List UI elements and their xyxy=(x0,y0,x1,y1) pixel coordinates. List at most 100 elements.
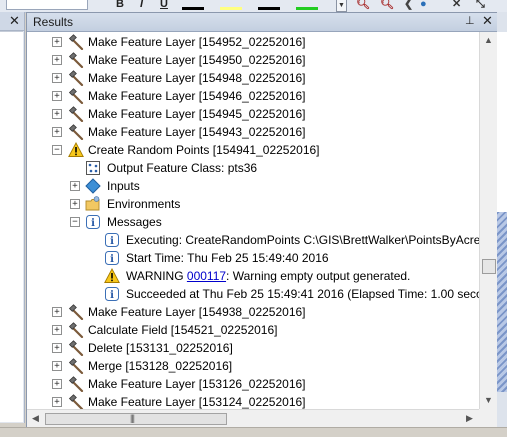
tree-row[interactable]: + Make Feature Layer [154938_02252016] xyxy=(27,303,479,321)
tree-row-label: Output Feature Class: pts36 xyxy=(107,161,258,175)
scroll-right-arrow[interactable]: ▶ xyxy=(461,410,478,427)
tree-row-label: Create Random Points [154941_02252016] xyxy=(88,143,320,157)
tree-row[interactable]: − i Messages xyxy=(27,213,479,231)
tree-row[interactable]: + Make Feature Layer [154945_02252016] xyxy=(27,105,479,123)
tree-row[interactable]: i Succeeded at Thu Feb 25 15:49:41 2016 (… xyxy=(27,285,479,303)
underline-button[interactable]: U xyxy=(160,0,168,10)
right-docked-strip xyxy=(497,12,507,427)
bold-button[interactable]: B xyxy=(116,0,124,10)
hammer-icon xyxy=(68,88,84,105)
tree-row-label: Delete [153131_02252016] xyxy=(88,341,233,355)
expand-icon[interactable]: + xyxy=(70,199,80,209)
tree-row[interactable]: Output Feature Class: pts36 xyxy=(27,159,479,177)
line-color-button[interactable] xyxy=(258,7,280,10)
svg-text:i: i xyxy=(91,218,95,229)
collapse-icon[interactable]: − xyxy=(70,217,80,227)
tree-row-label: Make Feature Layer [154943_02252016] xyxy=(88,125,306,139)
hammer-icon xyxy=(68,322,84,339)
hammer-icon xyxy=(68,124,84,141)
tree-row-label: Calculate Field [154521_02252016] xyxy=(88,323,278,337)
tree-row[interactable]: + Make Feature Layer [154948_02252016] xyxy=(27,69,479,87)
expand-icon[interactable]: + xyxy=(52,73,62,83)
hammer-icon xyxy=(68,52,84,69)
tree-row-label: Make Feature Layer [154945_02252016] xyxy=(88,107,306,121)
tree-row-label: Make Feature Layer [153126_02252016] xyxy=(88,377,306,391)
expand-icon[interactable]: + xyxy=(52,127,62,137)
back-icon[interactable]: ❮ xyxy=(404,0,413,10)
zoom-out-icon[interactable]: 🔍︎ xyxy=(380,0,394,10)
globe-icon[interactable]: ● xyxy=(420,0,427,10)
tree-row[interactable]: − Create Random Points [154941_02252016] xyxy=(27,141,479,159)
expand-icon[interactable]: + xyxy=(52,37,62,47)
hammer-icon xyxy=(68,376,84,393)
tree-row-label: Start Time: Thu Feb 25 15:49:40 2016 xyxy=(126,251,329,265)
highlight-color-button[interactable] xyxy=(220,7,242,10)
scroll-up-arrow[interactable]: ▲ xyxy=(480,32,497,49)
tree-row[interactable]: + Make Feature Layer [154950_02252016] xyxy=(27,51,479,69)
feature-class-icon xyxy=(85,160,101,176)
tree-row[interactable]: + Make Feature Layer [154952_02252016] xyxy=(27,33,479,51)
vertical-scrollbar[interactable]: ▲ ▼ xyxy=(479,32,497,409)
fixed-zoom-out-icon[interactable]: ⤡ xyxy=(476,0,485,10)
tree-row[interactable]: i Start Time: Thu Feb 25 15:49:40 2016 xyxy=(27,249,479,267)
environments-icon xyxy=(85,196,101,212)
scroll-down-arrow[interactable]: ▼ xyxy=(480,392,497,409)
horizontal-scrollbar[interactable]: ◀ ||| ▶ xyxy=(27,409,479,428)
zoom-in-icon[interactable]: 🔍︎ xyxy=(356,0,370,10)
tree-row-label: Environments xyxy=(107,197,181,211)
results-window: Results ⊥ ✕ + Make Feature Layer [154952_… xyxy=(26,12,498,429)
tree-row-label: WARNING 000117: Warning empty output gen… xyxy=(126,268,410,284)
expand-icon[interactable]: + xyxy=(52,91,62,101)
tree-row[interactable]: + Make Feature Layer [153124_02252016] xyxy=(27,393,479,409)
hammer-icon xyxy=(68,106,84,123)
font-color-button[interactable] xyxy=(182,7,204,10)
expand-icon[interactable]: + xyxy=(52,343,62,353)
tree-row-label: Merge [153128_02252016] xyxy=(88,359,233,373)
collapse-icon[interactable]: − xyxy=(52,145,62,155)
warning-icon xyxy=(68,142,84,158)
results-titlebar: Results ⊥ ✕ xyxy=(27,13,497,32)
scrollbar-corner xyxy=(479,409,497,428)
tree-row[interactable]: + Make Feature Layer [153126_02252016] xyxy=(27,375,479,393)
tree-row[interactable]: + Delete [153131_02252016] xyxy=(27,339,479,357)
fill-color-button[interactable] xyxy=(296,7,318,10)
horizontal-scroll-thumb[interactable]: ||| xyxy=(45,413,227,425)
fixed-zoom-in-icon[interactable]: ✕ xyxy=(452,0,461,10)
tree-row-label: Make Feature Layer [154946_02252016] xyxy=(88,89,306,103)
left-pane-header: ✕ xyxy=(0,12,24,31)
tree-row[interactable]: i Executing: CreateRandomPoints C:\GIS\Br… xyxy=(27,231,479,249)
tree-row-label: Make Feature Layer [153124_02252016] xyxy=(88,395,306,409)
tree-row-label: Executing: CreateRandomPoints C:\GIS\Bre… xyxy=(126,233,479,247)
inputs-diamond-icon xyxy=(85,178,101,194)
expand-icon[interactable]: + xyxy=(52,307,62,317)
hammer-icon xyxy=(68,34,84,51)
warning-code-link[interactable]: 000117 xyxy=(187,269,226,283)
tree-row[interactable]: + Merge [153128_02252016] xyxy=(27,357,479,375)
tree-row[interactable]: + Environments xyxy=(27,195,479,213)
pin-icon[interactable]: ⊥ xyxy=(465,14,475,29)
left-pane-close-icon[interactable]: ✕ xyxy=(9,13,20,29)
expand-icon[interactable]: + xyxy=(52,109,62,119)
expand-icon[interactable]: + xyxy=(52,55,62,65)
tree-row[interactable]: WARNING 000117: Warning empty output gen… xyxy=(27,267,479,285)
scroll-left-arrow[interactable]: ◀ xyxy=(27,410,44,427)
svg-text:i: i xyxy=(110,236,114,247)
tree-row-label: Make Feature Layer [154938_02252016] xyxy=(88,305,306,319)
tree-row[interactable]: + Make Feature Layer [154943_02252016] xyxy=(27,123,479,141)
expand-icon[interactable]: + xyxy=(52,397,62,407)
map-preview xyxy=(497,212,507,392)
tree-row[interactable]: + Calculate Field [154521_02252016] xyxy=(27,321,479,339)
expand-icon[interactable]: + xyxy=(70,181,80,191)
tree-row[interactable]: + Make Feature Layer [154946_02252016] xyxy=(27,87,479,105)
expand-icon[interactable]: + xyxy=(52,379,62,389)
font-size-input[interactable] xyxy=(6,0,88,10)
scroll-grip-icon: ||| xyxy=(130,413,135,423)
expand-icon[interactable]: + xyxy=(52,325,62,335)
tree-row[interactable]: + Inputs xyxy=(27,177,479,195)
italic-button[interactable]: I xyxy=(140,0,143,10)
tree-row-label: Make Feature Layer [154948_02252016] xyxy=(88,71,306,85)
expand-icon[interactable]: + xyxy=(52,361,62,371)
vertical-scroll-thumb[interactable] xyxy=(482,259,496,274)
fill-color-dropdown[interactable]: ▼ xyxy=(336,0,347,12)
close-icon[interactable]: ✕ xyxy=(482,13,493,29)
